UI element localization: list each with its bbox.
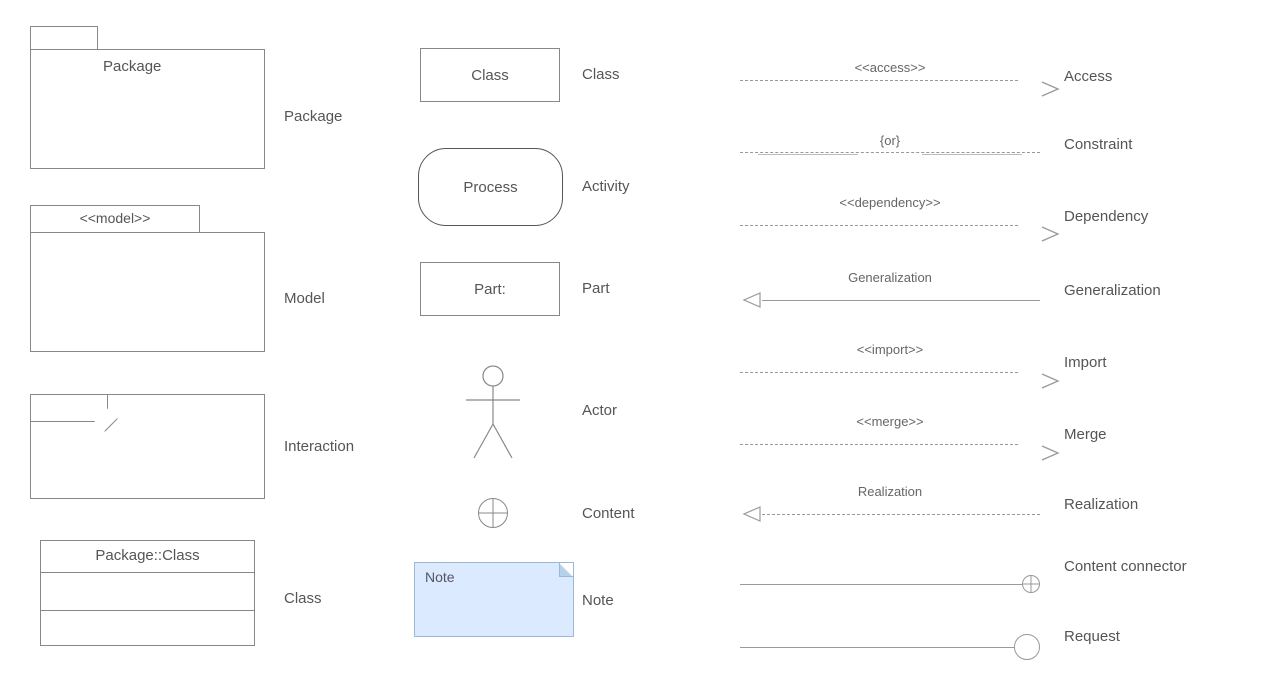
dependency-line-label: <<dependency>> xyxy=(833,195,946,210)
model-tab-text: <<model>> xyxy=(30,205,200,233)
part-text: Part: xyxy=(420,262,560,316)
interaction-label: Interaction xyxy=(284,438,354,455)
class-table-label: Class xyxy=(284,590,322,607)
part-shape: Part: xyxy=(420,262,560,316)
dependency-label: Dependency xyxy=(1064,208,1148,225)
class-box-shape: Class xyxy=(420,48,560,102)
model-shape: <<model>> xyxy=(30,205,265,352)
actor-shape xyxy=(458,362,528,462)
class-table-title: Package::Class xyxy=(41,541,254,573)
class-box-text: Class xyxy=(420,48,560,102)
actor-icon xyxy=(458,362,528,462)
access-label: Access xyxy=(1064,68,1112,85)
package-label: Package xyxy=(284,108,342,125)
realization-label: Realization xyxy=(1064,496,1138,513)
realization-connector: Realization xyxy=(740,504,1040,524)
import-connector: <<import>> xyxy=(740,362,1040,382)
merge-connector: <<merge>> xyxy=(740,434,1040,454)
content-crossed-circle-icon xyxy=(478,498,508,528)
actor-label: Actor xyxy=(582,402,617,419)
arrow-left-hollow-icon xyxy=(740,291,762,309)
content-label: Content xyxy=(582,505,635,522)
constraint-line-label: {or} xyxy=(874,133,906,148)
import-label: Import xyxy=(1064,354,1107,371)
content-connector xyxy=(740,574,1040,594)
merge-line-label: <<merge>> xyxy=(850,414,929,429)
class-box-label: Class xyxy=(582,66,620,83)
generalization-connector: Generalization xyxy=(740,290,1040,310)
merge-label: Merge xyxy=(1064,426,1107,443)
model-label: Model xyxy=(284,290,325,307)
part-label: Part xyxy=(582,280,610,297)
import-line-label: <<import>> xyxy=(851,342,930,357)
realization-line-label: Realization xyxy=(852,484,928,499)
arrow-left-hollow-icon xyxy=(740,505,762,523)
interaction-shape xyxy=(30,394,265,499)
class-table-shape: Package::Class xyxy=(40,540,255,646)
circle-end-icon xyxy=(1014,634,1040,660)
request-label: Request xyxy=(1064,628,1120,645)
note-label: Note xyxy=(582,592,614,609)
dependency-connector: <<dependency>> xyxy=(740,215,1040,235)
activity-shape: Process xyxy=(418,148,563,226)
access-line-label: <<access>> xyxy=(849,60,932,75)
note-shape-wrap: Note xyxy=(414,562,574,637)
activity-text: Process xyxy=(418,148,563,226)
activity-label: Activity xyxy=(582,178,630,195)
content-shape-wrap xyxy=(478,498,508,528)
generalization-label: Generalization xyxy=(1064,282,1161,299)
generalization-line-label: Generalization xyxy=(842,270,938,285)
crossed-circle-end-icon xyxy=(1022,575,1040,593)
access-connector: <<access>> xyxy=(740,70,1040,90)
content-connector-label: Content connector xyxy=(1064,558,1194,575)
note-text: Note xyxy=(425,569,455,585)
constraint-label: Constraint xyxy=(1064,136,1132,153)
package-text: Package xyxy=(30,49,265,169)
request-connector xyxy=(740,634,1040,660)
package-shape: Package xyxy=(30,26,265,169)
constraint-connector: {or} xyxy=(740,142,1040,162)
